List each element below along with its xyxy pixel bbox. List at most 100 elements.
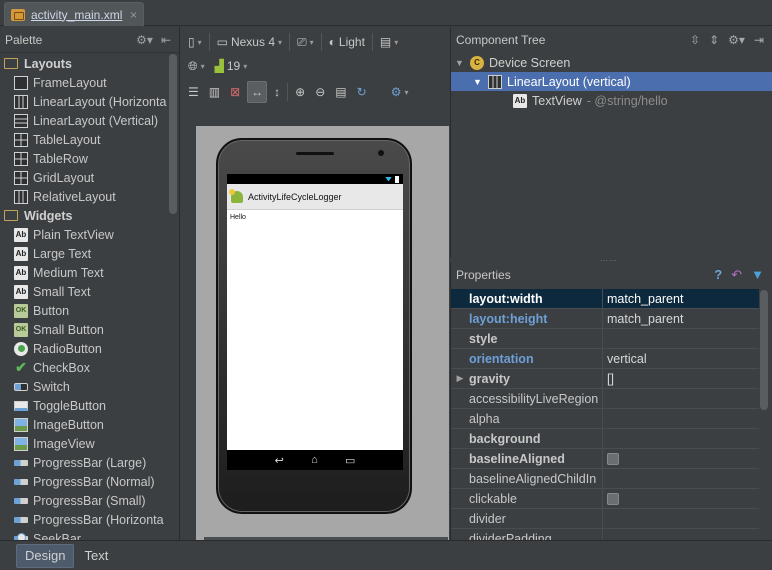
navigation-bar: ↩ ⌂ ▭: [227, 450, 403, 470]
expand-arrow-icon[interactable]: ▶: [451, 369, 469, 388]
palette-item-switch[interactable]: Switch: [0, 377, 168, 396]
palette-scrollbar[interactable]: [169, 54, 177, 214]
orientation-button[interactable]: ⎚ ▾: [294, 31, 317, 53]
palette-item-button[interactable]: OK Button: [0, 301, 168, 320]
vertical-orientation-button[interactable]: ☰: [185, 81, 202, 103]
palette-item-imagebutton[interactable]: ImageButton: [0, 415, 168, 434]
device-screen[interactable]: ActivityLifeCycleLogger Hello ↩ ⌂ ▭: [227, 174, 403, 470]
property-row-alpha[interactable]: alpha: [451, 409, 759, 429]
help-icon[interactable]: ?: [714, 267, 722, 283]
palette-item-small-button[interactable]: OK Small Button: [0, 320, 168, 339]
property-row-gravity[interactable]: ▶ gravity[]: [451, 369, 759, 389]
preview-canvas[interactable]: ActivityLifeCycleLogger Hello ↩ ⌂ ▭: [196, 126, 449, 540]
activity-select[interactable]: ▤ ▾: [377, 31, 401, 53]
palette-item-tablelayout[interactable]: TableLayout: [0, 130, 168, 149]
collapse-arrow-icon[interactable]: ▼: [455, 58, 465, 68]
property-row-divider-padding[interactable]: dividerPadding: [451, 529, 759, 540]
property-row-background[interactable]: background: [451, 429, 759, 449]
clickable-checkbox[interactable]: [607, 492, 619, 505]
palette-list: Layouts FrameLayout LinearLayout (Horizo…: [0, 54, 168, 540]
tree-node-textview[interactable]: Ab TextView - @string/hello: [451, 91, 772, 110]
settings-icon[interactable]: ⚙▾: [728, 33, 745, 47]
tree-node-linearlayout[interactable]: ▼ LinearLayout (vertical): [451, 72, 772, 91]
palette-item-imageview[interactable]: ImageView: [0, 434, 168, 453]
expand-all-icon[interactable]: ⇳: [690, 33, 700, 47]
property-row-baseline-aligned-child-index[interactable]: baselineAlignedChildIn: [451, 469, 759, 489]
palette-item-radiobutton[interactable]: RadioButton: [0, 339, 168, 358]
properties-scrollbar[interactable]: [760, 290, 768, 410]
collapse-arrow-icon[interactable]: ▼: [473, 77, 483, 87]
zoom-in-button[interactable]: ⊕: [292, 81, 308, 103]
property-row-layout-width[interactable]: layout:width match_parent: [451, 289, 759, 309]
palette-item-small-text[interactable]: Ab Small Text: [0, 282, 168, 301]
palette-item-medium-text[interactable]: Ab Medium Text: [0, 263, 168, 282]
horizontal-orientation-button[interactable]: ▥: [206, 81, 223, 103]
android-icon: ▟: [214, 59, 224, 73]
palette-item-progressbar-horizontal[interactable]: ProgressBar (Horizonta: [0, 510, 168, 529]
progressbar-icon: [14, 459, 28, 466]
palette-item-framelayout[interactable]: FrameLayout: [0, 73, 168, 92]
palette-title: Palette: [5, 32, 43, 47]
hide-panel-icon[interactable]: ⇤: [161, 33, 171, 47]
togglebutton-icon: [14, 400, 28, 411]
palette-item-seekbar[interactable]: SeekBar: [0, 529, 168, 540]
property-row-clickable[interactable]: clickable: [451, 489, 759, 509]
palette-item-tablerow[interactable]: TableRow: [0, 149, 168, 168]
hide-panel-icon[interactable]: ⇥: [754, 33, 764, 47]
restore-default-icon[interactable]: ↶: [731, 267, 742, 283]
textview-hello[interactable]: Hello: [227, 210, 403, 225]
match-height-button[interactable]: ↕: [271, 81, 283, 103]
palette-item-linearlayout-vertical[interactable]: LinearLayout (Vertical): [0, 111, 168, 130]
palette-item-linearlayout-horizontal[interactable]: LinearLayout (Horizonta: [0, 92, 168, 111]
file-tab-activity-main[interactable]: activity_main.xml ×: [4, 2, 144, 26]
actual-size-button[interactable]: ▤: [332, 81, 349, 103]
palette-item-plain-textview[interactable]: Ab Plain TextView: [0, 225, 168, 244]
property-row-orientation[interactable]: orientation vertical: [451, 349, 759, 369]
palette-item-progressbar-large[interactable]: ProgressBar (Large): [0, 453, 168, 472]
palette-item-progressbar-normal[interactable]: ProgressBar (Normal): [0, 472, 168, 491]
remove-button[interactable]: ⊠: [227, 81, 243, 103]
theme-select[interactable]: ◐ Light: [326, 31, 368, 53]
design-settings-button[interactable]: ⚙ ▾: [388, 81, 412, 103]
button-icon: OK: [14, 322, 28, 337]
close-tab-icon[interactable]: ×: [130, 8, 137, 22]
property-row-layout-height[interactable]: layout:height match_parent: [451, 309, 759, 329]
api-level-select[interactable]: ▟ 19 ▾: [212, 55, 251, 77]
palette-item-checkbox[interactable]: ✔ CheckBox: [0, 358, 168, 377]
tablelayout-icon: [14, 132, 28, 147]
collapse-all-icon[interactable]: ⇕: [709, 33, 719, 47]
front-camera: [378, 150, 384, 156]
property-row-accessibility-live-region[interactable]: accessibilityLiveRegion: [451, 389, 759, 409]
properties-header: Properties ? ↶ ▼: [451, 262, 772, 288]
filter-icon[interactable]: ▼: [751, 267, 764, 283]
tab-design[interactable]: Design: [16, 543, 75, 568]
linearlayout-horizontal-icon: [14, 94, 28, 109]
palette-item-togglebutton[interactable]: ToggleButton: [0, 396, 168, 415]
component-tree-header: Component Tree ⇳ ⇕ ⚙▾ ⇥: [451, 27, 772, 53]
textview-icon: Ab: [14, 227, 28, 242]
palette-item-progressbar-small[interactable]: ProgressBar (Small): [0, 491, 168, 510]
property-row-divider[interactable]: divider: [451, 509, 759, 529]
match-width-button[interactable]: ↔: [247, 81, 268, 103]
zoom-out-button[interactable]: ⊖: [312, 81, 328, 103]
gridlayout-icon: [14, 170, 28, 185]
recent-apps-icon: ▭: [344, 454, 356, 467]
locale-button[interactable]: 🌐︎ ▾: [185, 55, 208, 77]
baseline-aligned-checkbox[interactable]: [607, 452, 619, 465]
property-row-style[interactable]: style: [451, 329, 759, 349]
settings-icon[interactable]: ⚙▾: [136, 33, 153, 47]
device-layout-button[interactable]: ▯ ▾: [185, 31, 205, 53]
palette-item-gridlayout[interactable]: GridLayout: [0, 168, 168, 187]
device-select[interactable]: ▭ Nexus 4 ▾: [214, 31, 285, 53]
component-tree-title: Component Tree: [456, 33, 546, 47]
refresh-button[interactable]: ↻: [354, 81, 370, 103]
ide-window: activity_main.xml × Palette ⚙▾ ⇤ Layouts…: [0, 0, 772, 570]
property-row-baseline-aligned[interactable]: baselineAligned: [451, 449, 759, 469]
tab-text[interactable]: Text: [76, 544, 116, 568]
palette-item-relativelayout[interactable]: RelativeLayout: [0, 187, 168, 206]
palette-group-widgets[interactable]: Widgets: [0, 206, 168, 225]
palette-group-layouts[interactable]: Layouts: [0, 54, 168, 73]
palette-item-large-text[interactable]: Ab Large Text: [0, 244, 168, 263]
relativelayout-icon: [14, 189, 28, 204]
tree-node-device-screen[interactable]: ▼ C Device Screen: [451, 53, 772, 72]
